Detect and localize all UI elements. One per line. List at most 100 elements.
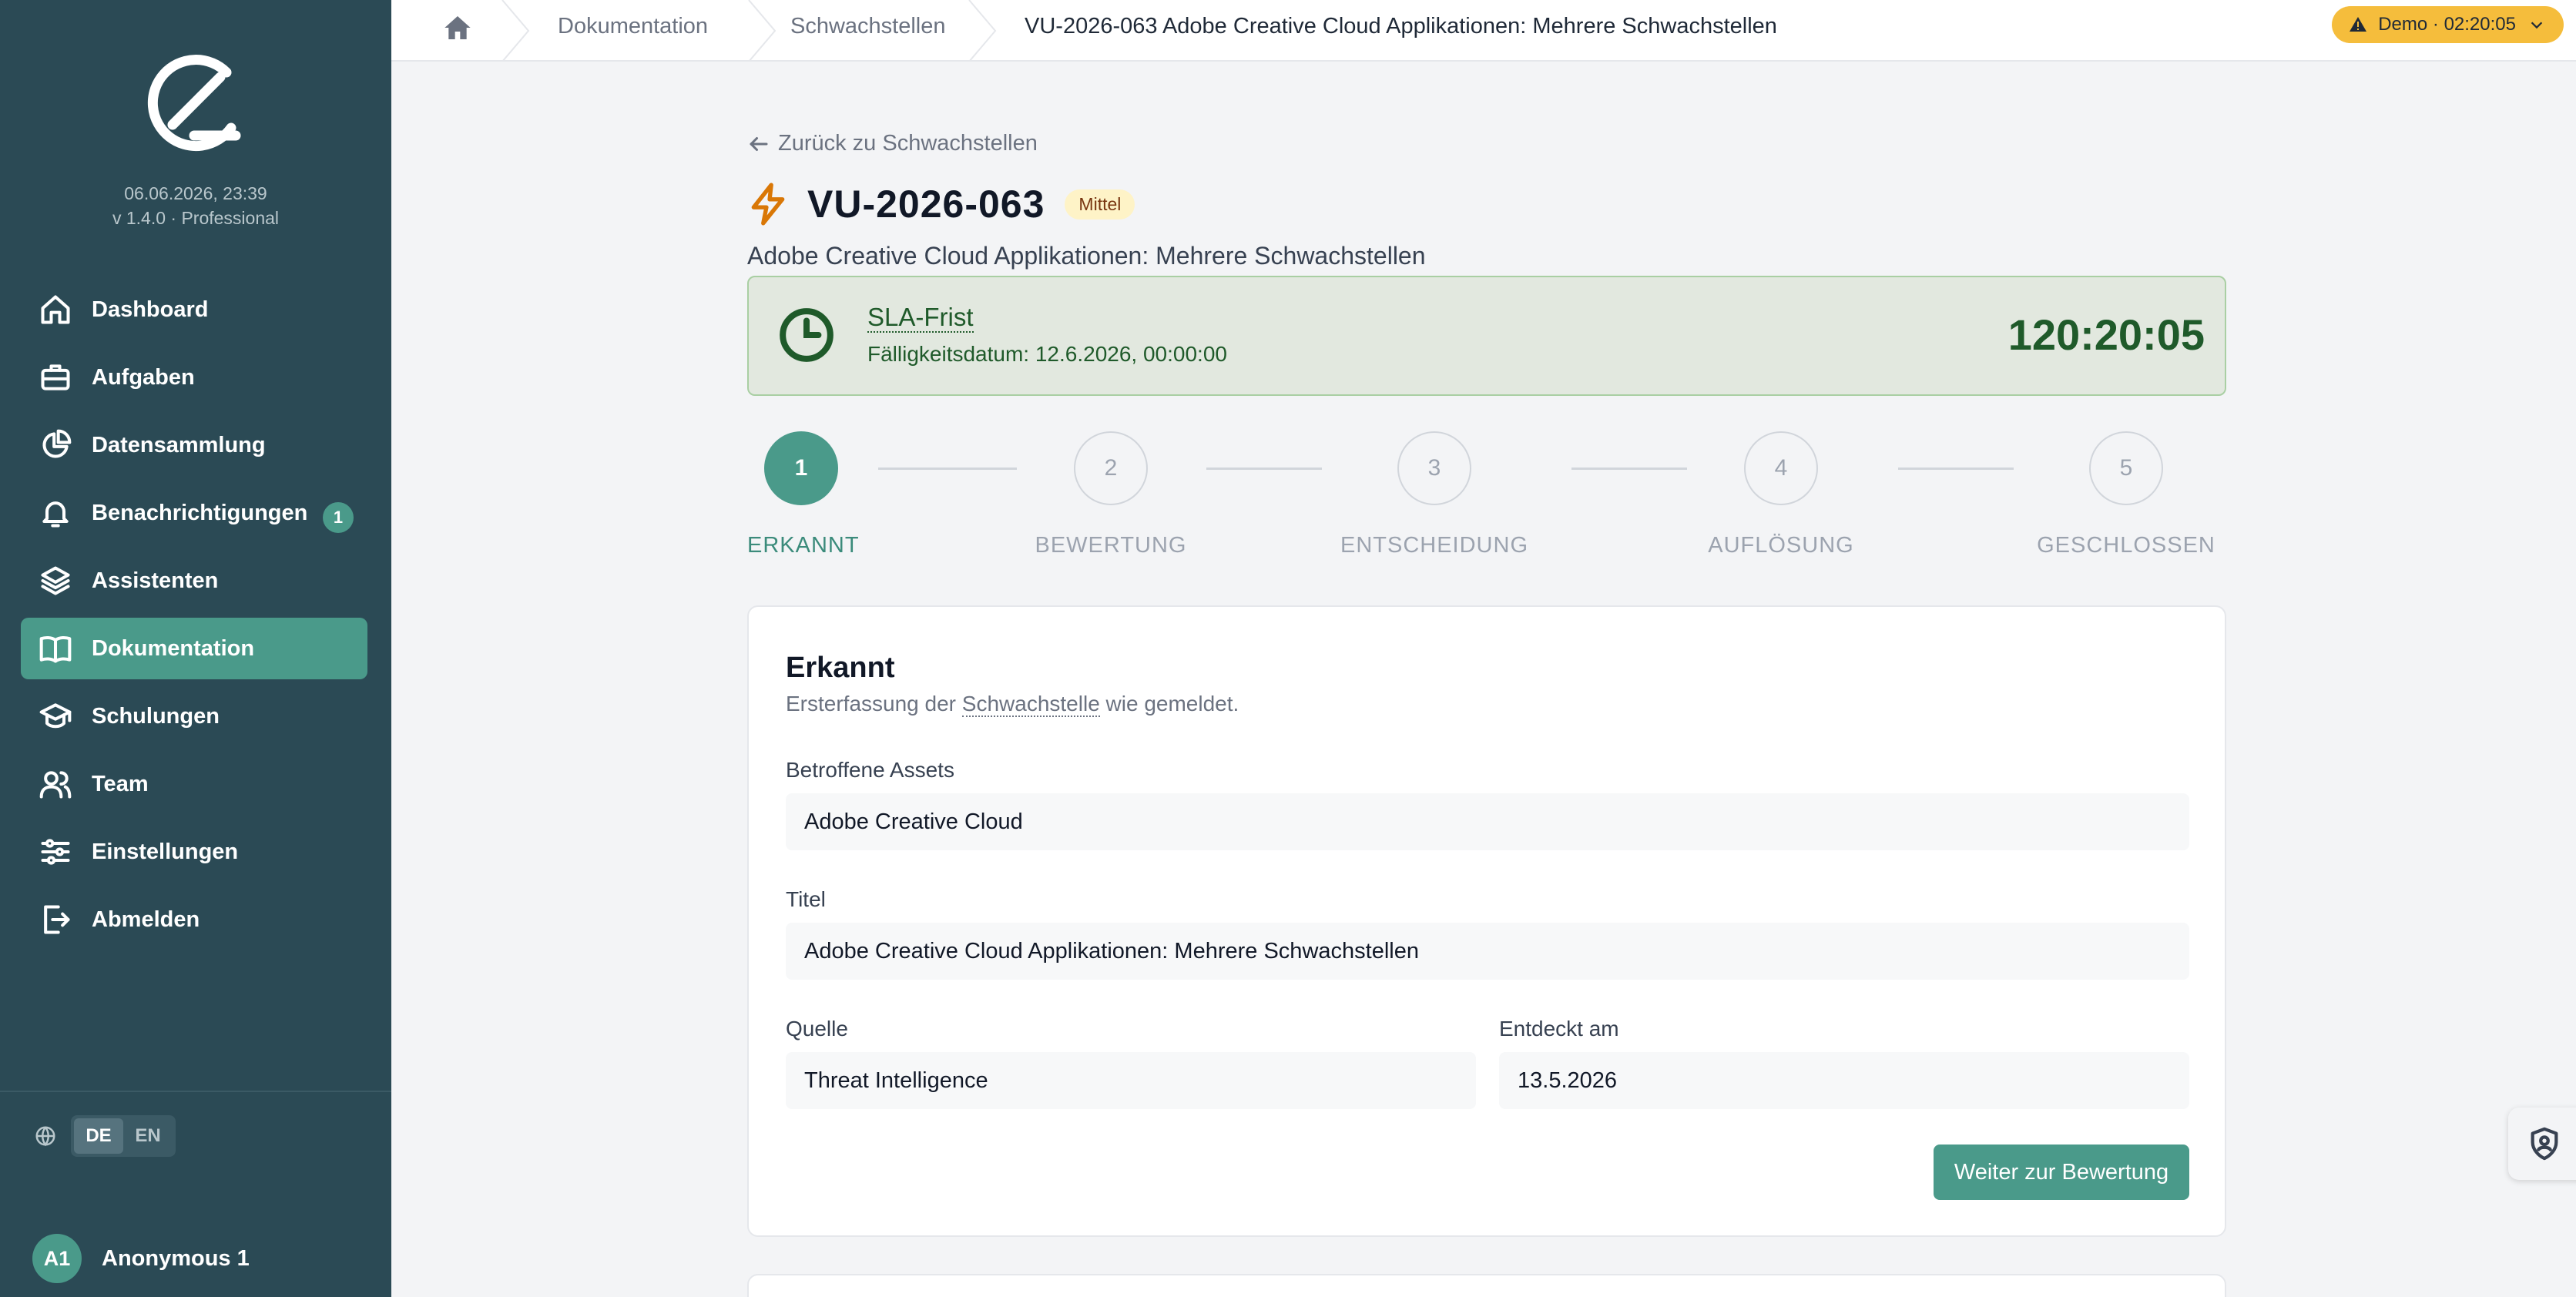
sidebar-item-label: Aufgaben bbox=[92, 364, 195, 390]
language-switcher: DE EN bbox=[34, 1115, 176, 1157]
sidebar-item-aufgaben[interactable]: Aufgaben bbox=[21, 347, 367, 408]
sidebar-item-einstellungen[interactable]: Einstellungen bbox=[21, 821, 367, 883]
arrow-left-icon bbox=[750, 136, 768, 151]
user-name: Anonymous 1 bbox=[102, 1245, 250, 1271]
sidebar-item-label: Team bbox=[92, 771, 149, 796]
step-number: 1 bbox=[764, 431, 838, 505]
lightning-icon bbox=[749, 182, 787, 226]
step-number: 3 bbox=[1397, 431, 1471, 505]
discovered-label: Entdeckt am bbox=[1499, 1017, 1619, 1041]
avatar: A1 bbox=[32, 1234, 82, 1283]
sidebar-item-assistenten[interactable]: Assistenten bbox=[21, 550, 367, 612]
home-icon[interactable] bbox=[442, 12, 479, 49]
sla-deadline-banner: SLA-Frist Fälligkeitsdatum: 12.6.2026, 0… bbox=[747, 276, 2226, 396]
layers-icon bbox=[38, 563, 73, 598]
step-label: GESCHLOSSEN bbox=[2037, 533, 2215, 558]
sidebar-item-team[interactable]: Team bbox=[21, 753, 367, 815]
sla-title[interactable]: SLA-Frist bbox=[867, 303, 974, 333]
source-field[interactable]: Threat Intelligence bbox=[786, 1052, 1476, 1109]
brand-logo-icon[interactable] bbox=[146, 51, 242, 154]
sidebar-item-label: Datensammlung bbox=[92, 432, 266, 457]
step-label: ENTSCHEIDUNG bbox=[1340, 533, 1528, 558]
briefcase-icon bbox=[38, 360, 73, 395]
card-description: Ersterfassung der Schwachstelle wie geme… bbox=[786, 692, 1239, 717]
bell-icon bbox=[38, 495, 73, 531]
step-entscheidung[interactable]: 3 ENTSCHEIDUNG bbox=[1333, 431, 1536, 558]
warning-icon bbox=[2350, 17, 2367, 32]
shield-user-icon bbox=[2531, 1127, 2558, 1161]
chevron-down-icon bbox=[2531, 22, 2543, 29]
stepper-connector bbox=[1206, 468, 1322, 470]
breadcrumb-schwachstellen[interactable]: Schwachstellen bbox=[790, 14, 946, 39]
title-label: Titel bbox=[786, 887, 826, 911]
app-datetime: 06.06.2026, 23:39 bbox=[124, 183, 267, 203]
back-to-vulnerabilities-link[interactable]: Zurück zu Schwachstellen bbox=[747, 131, 1038, 156]
pie-chart-icon bbox=[38, 427, 73, 463]
step-aufloesung[interactable]: 4 AUFLÖSUNG bbox=[1696, 431, 1866, 558]
sidebar: 06.06.2026, 23:39 v 1.4.0 · Professional… bbox=[0, 0, 391, 1297]
step-number: 4 bbox=[1744, 431, 1818, 505]
demo-timer-label: Demo · 02:20:05 bbox=[2378, 14, 2516, 35]
user-profile[interactable]: A1 Anonymous 1 bbox=[32, 1234, 250, 1283]
breadcrumb-separator bbox=[747, 0, 778, 62]
security-assistant-button[interactable] bbox=[2508, 1108, 2576, 1180]
sidebar-item-datensammlung[interactable]: Datensammlung bbox=[21, 414, 367, 476]
stepper-connector bbox=[1898, 468, 2014, 470]
sidebar-item-label: Benachrichtigungen bbox=[92, 500, 308, 525]
step-number: 5 bbox=[2089, 431, 2163, 505]
sidebar-item-benachrichtigungen[interactable]: Benachrichtigungen 1 bbox=[21, 482, 367, 544]
assets-label: Betroffene Assets bbox=[786, 758, 954, 782]
clock-icon bbox=[778, 307, 835, 364]
sidebar-item-label: Einstellungen bbox=[92, 839, 239, 864]
title-field[interactable]: Adobe Creative Cloud Applikationen: Mehr… bbox=[786, 923, 2189, 980]
sidebar-item-dokumentation[interactable]: Dokumentation bbox=[21, 618, 367, 679]
glossary-term[interactable]: Schwachstelle bbox=[961, 692, 1100, 717]
globe-icon bbox=[34, 1124, 57, 1148]
back-link-label: Zurück zu Schwachstellen bbox=[778, 131, 1038, 156]
breadcrumb-separator bbox=[501, 0, 532, 62]
sidebar-item-label: Dashboard bbox=[92, 297, 209, 322]
breadcrumb-dokumentation[interactable]: Dokumentation bbox=[558, 14, 708, 39]
sidebar-item-abmelden[interactable]: Abmelden bbox=[21, 889, 367, 950]
workflow-stepper: 1 ERKANNT 2 BEWERTUNG 3 ENTSCHEIDUNG 4 A… bbox=[747, 431, 2226, 562]
page-title: VU-2026-063 bbox=[807, 183, 1045, 226]
book-icon bbox=[38, 631, 73, 666]
sla-countdown: 120:20:05 bbox=[2007, 310, 2205, 359]
app-version: v 1.4.0 · Professional bbox=[112, 208, 280, 228]
step-bewertung[interactable]: 2 BEWERTUNG bbox=[1032, 431, 1189, 558]
step-label: ERKANNT bbox=[747, 533, 860, 558]
language-option-en[interactable]: EN bbox=[123, 1118, 173, 1154]
top-bar: Dokumentation Schwachstellen VU-2026-063… bbox=[391, 0, 2576, 62]
sidebar-item-schulungen[interactable]: Schulungen bbox=[21, 685, 367, 747]
card-title: Erkannt bbox=[786, 652, 895, 684]
logout-icon bbox=[38, 902, 73, 937]
discovered-date-field[interactable]: 13.5.2026 bbox=[1499, 1052, 2189, 1109]
sidebar-divider bbox=[0, 1091, 391, 1092]
sidebar-nav: Dashboard Aufgaben Datensammlung Benachr… bbox=[21, 279, 367, 957]
home-icon bbox=[38, 292, 73, 327]
step-number: 2 bbox=[1074, 431, 1148, 505]
step-label: AUFLÖSUNG bbox=[1708, 533, 1854, 558]
language-option-de[interactable]: DE bbox=[74, 1118, 123, 1154]
sidebar-item-label: Abmelden bbox=[92, 907, 200, 932]
source-label: Quelle bbox=[786, 1017, 848, 1041]
next-to-assessment-button[interactable]: Weiter zur Bewertung bbox=[1934, 1145, 2189, 1200]
sliders-icon bbox=[38, 834, 73, 870]
assets-field[interactable]: Adobe Creative Cloud bbox=[786, 793, 2189, 850]
stepper-connector bbox=[1571, 468, 1687, 470]
demo-timer-dropdown[interactable]: Demo · 02:20:05 bbox=[2332, 6, 2564, 43]
page-header: VU-2026-063 Mittel bbox=[749, 182, 1135, 226]
users-icon bbox=[38, 766, 73, 802]
sla-due-date: Fälligkeitsdatum: 12.6.2026, 00:00:00 bbox=[867, 342, 1227, 366]
breadcrumb-current: VU-2026-063 Adobe Creative Cloud Applika… bbox=[1025, 14, 1777, 39]
sidebar-item-label: Assistenten bbox=[92, 568, 219, 593]
severity-badge: Mittel bbox=[1065, 189, 1135, 220]
breadcrumb-separator bbox=[968, 0, 998, 62]
step-erkannt[interactable]: 1 ERKANNT bbox=[747, 431, 860, 558]
next-section-card bbox=[747, 1274, 2226, 1297]
step-label: BEWERTUNG bbox=[1035, 533, 1187, 558]
step-geschlossen[interactable]: 5 GESCHLOSSEN bbox=[2026, 431, 2226, 558]
graduation-cap-icon bbox=[38, 699, 73, 734]
page-subtitle: Adobe Creative Cloud Applikationen: Mehr… bbox=[747, 242, 1426, 270]
sidebar-item-dashboard[interactable]: Dashboard bbox=[21, 279, 367, 340]
